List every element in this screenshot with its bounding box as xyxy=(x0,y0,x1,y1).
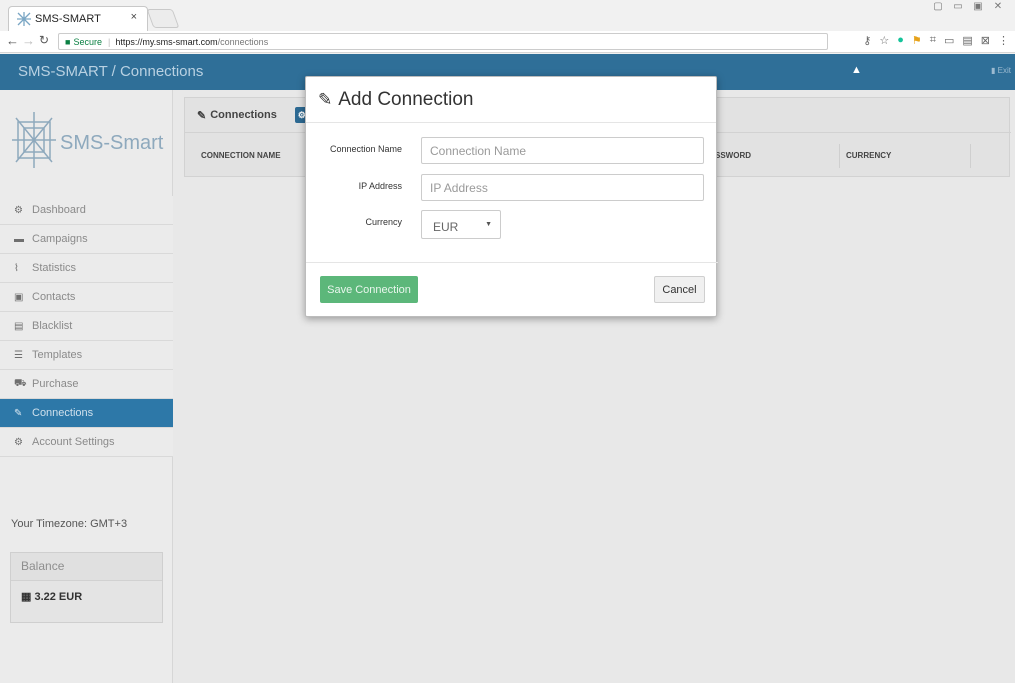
cancel-button[interactable]: Cancel xyxy=(654,276,705,303)
sidebar-item-account-settings[interactable]: ⚙ Account Settings xyxy=(0,428,173,457)
wallet-icon: ▦ xyxy=(21,591,32,603)
sidebar: SMS-Smart ⚙ Dashboard ▬ Campaigns ⌇ Statist… xyxy=(0,90,173,683)
browser-tab-title: SMS-SMART xyxy=(35,13,101,25)
new-tab-button[interactable] xyxy=(146,9,180,28)
sms-smart-favicon-icon xyxy=(17,12,31,26)
ip-address-label: IP Address xyxy=(358,181,402,191)
blacklist-icon: ▤ xyxy=(14,320,24,332)
url-host: https://my.sms-smart.com xyxy=(115,36,218,47)
url-path: /connections xyxy=(217,36,269,47)
sidebar-item-purchase[interactable]: ⛟ Purchase xyxy=(0,370,173,399)
connections-icon: ✎ xyxy=(14,407,23,419)
extension-icon[interactable]: ⌗ xyxy=(930,34,936,47)
close-window-icon[interactable]: ✕ xyxy=(989,0,1007,14)
statistics-icon: ⌇ xyxy=(14,262,19,274)
column-header-password[interactable]: SSWORD xyxy=(715,151,751,160)
balance-value: 3.22 EUR xyxy=(34,591,83,603)
chevron-down-icon: ▼ xyxy=(485,221,492,228)
modal-title: Add Connection xyxy=(338,88,474,110)
sidebar-item-label: Campaigns xyxy=(32,233,88,245)
balance-value-row: ▦ 3.22 EUR xyxy=(11,581,162,612)
connections-icon: ✎ xyxy=(197,109,207,122)
grammarly-icon[interactable]: ● xyxy=(897,34,904,47)
sidebar-item-dashboard[interactable]: ⚙ Dashboard xyxy=(0,196,173,225)
browser-tab[interactable]: SMS-SMART × xyxy=(8,6,148,31)
menu-icon[interactable]: ⋮ xyxy=(998,34,1009,47)
campaigns-icon: ▬ xyxy=(14,233,24,245)
pencil-icon: ✎ xyxy=(318,89,333,109)
tab-close-icon[interactable]: × xyxy=(131,11,137,23)
dashboard-icon: ⚙ xyxy=(14,204,23,216)
sidebar-item-label: Account Settings xyxy=(32,436,115,448)
currency-value: EUR xyxy=(433,220,459,234)
ip-address-input[interactable] xyxy=(421,174,704,201)
cast-icon[interactable]: ▤ xyxy=(962,34,972,47)
url-field[interactable]: ■ Secure | https://my.sms-smart.com /con… xyxy=(58,33,828,50)
connection-name-label: Connection Name xyxy=(329,144,402,154)
reload-icon[interactable]: ↻ xyxy=(39,33,49,47)
window-controls: ▢ ▭ ▣ ✕ xyxy=(929,0,1007,14)
currency-row: Currency EUR ▼ xyxy=(306,210,718,239)
sidebar-item-templates[interactable]: ☰ Templates xyxy=(0,341,173,370)
exit-label: Exit xyxy=(997,66,1011,75)
sidebar-item-label: Purchase xyxy=(32,378,79,390)
timezone-text: Your Timezone: GMT+3 xyxy=(11,518,128,530)
sidebar-menu: ⚙ Dashboard ▬ Campaigns ⌇ Statistics ▣ Conta… xyxy=(0,196,173,457)
user-icon[interactable]: ▲ xyxy=(851,64,862,76)
extension-icon[interactable]: ⊠ xyxy=(981,34,990,47)
save-connection-button[interactable]: Save Connection xyxy=(320,276,418,303)
forward-icon[interactable]: → xyxy=(22,33,35,48)
sidebar-item-label: Templates xyxy=(32,349,83,361)
cart-icon: ⛟ xyxy=(14,377,27,389)
sidebar-item-label: Contacts xyxy=(32,291,76,303)
extension-icon[interactable]: ▭ xyxy=(944,34,954,47)
add-connection-modal: ✎ Add Connection Connection Name IP Addr… xyxy=(305,76,718,317)
balance-panel: Balance ▦ 3.22 EUR xyxy=(10,552,163,623)
ip-address-row: IP Address xyxy=(306,174,718,202)
sidebar-item-label: Statistics xyxy=(32,262,77,274)
profile-icon[interactable]: ▢ xyxy=(929,0,947,14)
page-title: SMS-SMART / Connections xyxy=(18,63,204,80)
exit-icon: ▮ xyxy=(991,66,996,75)
sidebar-item-connections[interactable]: ✎ Connections xyxy=(0,399,173,428)
sidebar-item-label: Connections xyxy=(32,407,94,419)
balance-title: Balance xyxy=(11,553,162,581)
lock-icon: ■ xyxy=(65,36,71,47)
key-icon[interactable]: ⚷ xyxy=(863,34,871,47)
connection-name-input[interactable] xyxy=(421,137,704,164)
sidebar-item-campaigns[interactable]: ▬ Campaigns xyxy=(0,225,173,254)
sidebar-item-contacts[interactable]: ▣ Contacts xyxy=(0,283,173,312)
exit-button[interactable]: ▮ Exit xyxy=(991,66,1011,75)
templates-icon: ☰ xyxy=(14,349,23,361)
contacts-icon: ▣ xyxy=(14,291,24,303)
column-header-currency[interactable]: CURRENCY xyxy=(839,143,891,168)
sidebar-item-statistics[interactable]: ⌇ Statistics xyxy=(0,254,173,283)
modal-header: ✎ Add Connection xyxy=(306,77,716,123)
browser-tab-bar: SMS-SMART × ▢ ▭ ▣ ✕ xyxy=(0,0,1015,31)
panel-title: Connections xyxy=(210,109,277,121)
sidebar-item-label: Dashboard xyxy=(32,204,86,216)
minimize-icon[interactable]: ▭ xyxy=(949,0,967,14)
extension-icon[interactable]: ⚑ xyxy=(912,34,922,47)
browser-window: SMS-SMART × ▢ ▭ ▣ ✕ ← → ↻ ■ Secure | htt… xyxy=(0,0,1015,683)
maximize-icon[interactable]: ▣ xyxy=(969,0,987,14)
settings-icon: ⚙ xyxy=(14,436,23,448)
secure-label: Secure xyxy=(73,36,102,47)
spider-web-logo-icon xyxy=(12,112,56,168)
modal-footer: Save Connection Cancel xyxy=(306,262,718,317)
connection-name-row: Connection Name xyxy=(306,137,718,165)
column-header-actions xyxy=(970,143,971,168)
currency-label: Currency xyxy=(365,217,402,227)
star-icon[interactable]: ☆ xyxy=(879,34,889,47)
currency-select[interactable]: EUR ▼ xyxy=(421,210,501,239)
back-icon[interactable]: ← xyxy=(6,33,19,48)
extension-icons: ⚷ ☆ ● ⚑ ⌗ ▭ ▤ ⊠ ⋮ xyxy=(863,34,1009,47)
logo-text: SMS-Smart xyxy=(60,132,164,154)
column-header-connection-name[interactable]: CONNECTION NAME xyxy=(201,151,281,160)
logo[interactable]: SMS-Smart xyxy=(10,102,170,182)
sidebar-item-label: Blacklist xyxy=(32,320,73,332)
sidebar-item-blacklist[interactable]: ▤ Blacklist xyxy=(0,312,173,341)
address-bar: ← → ↻ ■ Secure | https://my.sms-smart.co… xyxy=(0,31,1015,53)
url-separator: | xyxy=(107,36,111,47)
